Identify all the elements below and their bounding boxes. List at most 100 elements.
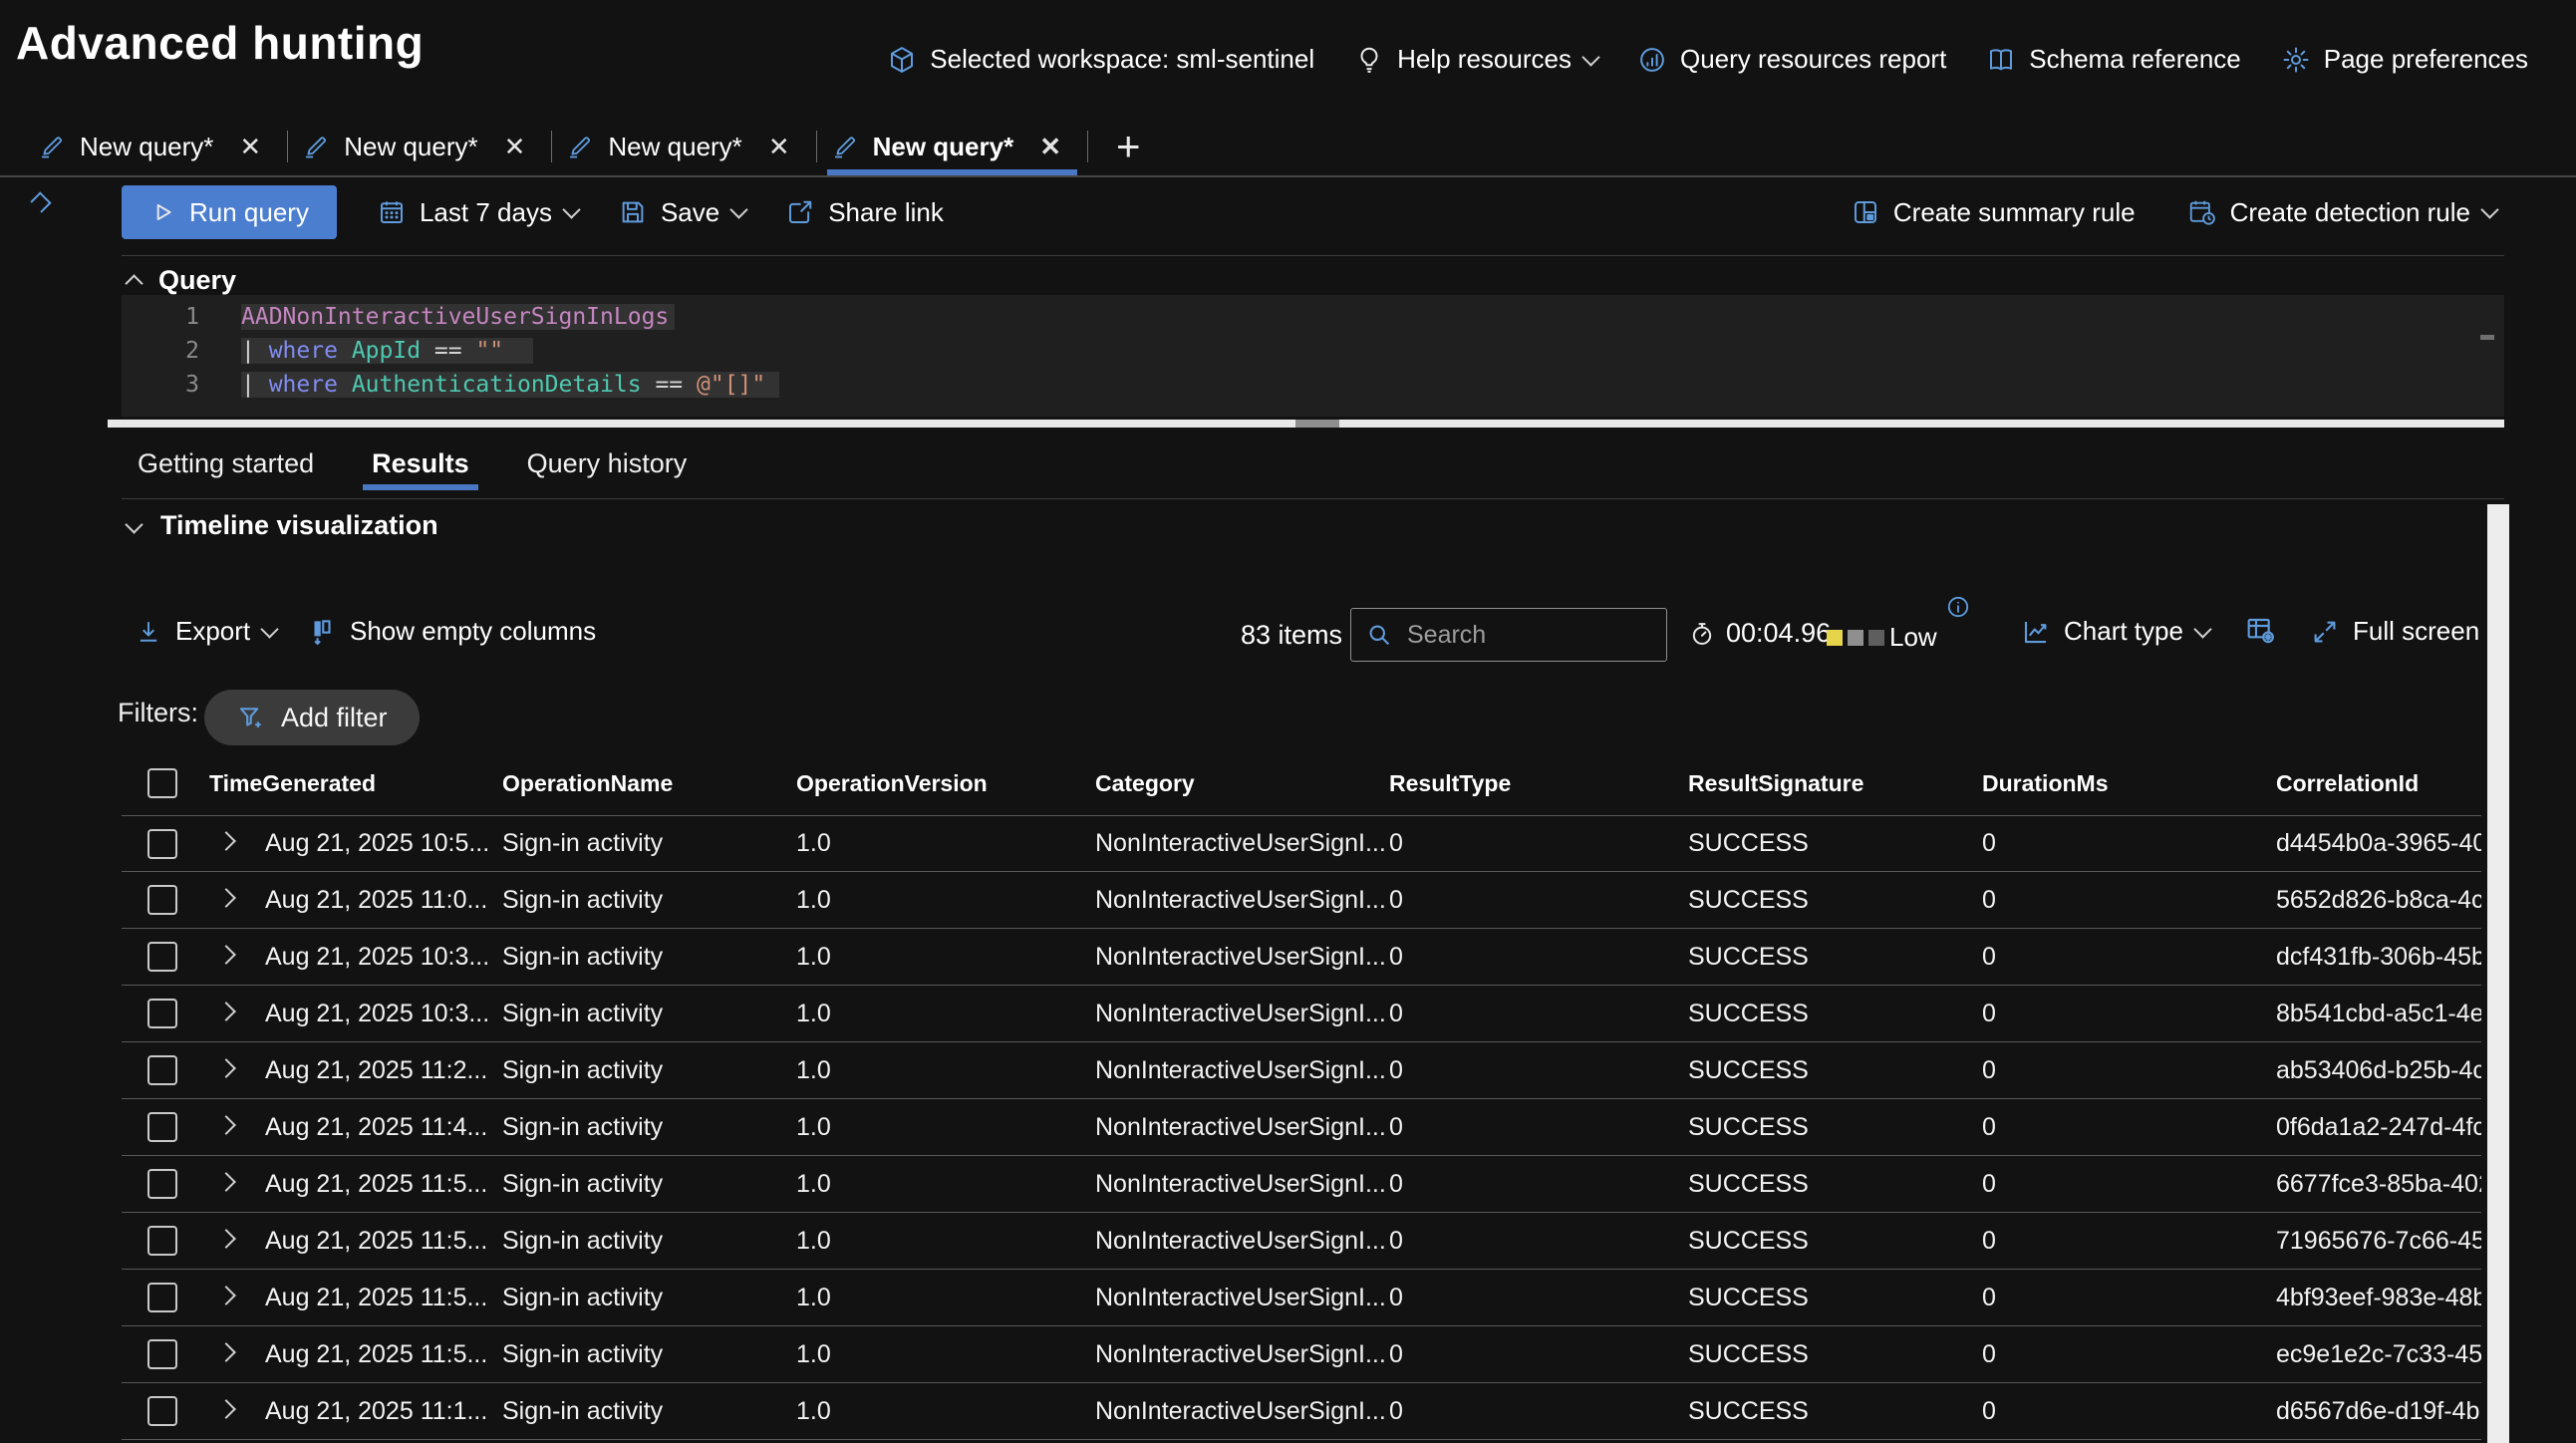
full-screen-button[interactable]: Full screen xyxy=(2310,616,2479,647)
expand-row-chevron-icon[interactable] xyxy=(216,831,236,851)
table-row[interactable]: Aug 21, 2025 10:5...Sign-in activity1.0N… xyxy=(122,815,2481,872)
expand-row-chevron-icon[interactable] xyxy=(216,1399,236,1419)
search-box[interactable] xyxy=(1350,608,1667,662)
select-row-checkbox[interactable] xyxy=(147,1226,177,1256)
select-row-checkbox[interactable] xyxy=(147,942,177,972)
table-row[interactable]: Aug 21, 2025 11:0...Sign-in activity1.0N… xyxy=(122,872,2481,929)
show-empty-columns-label: Show empty columns xyxy=(350,616,596,647)
table-row[interactable]: Aug 21, 2025 10:3...Sign-in activity1.0N… xyxy=(122,929,2481,986)
select-row-checkbox[interactable] xyxy=(147,1283,177,1312)
column-header-operationname[interactable]: OperationName xyxy=(502,770,796,797)
select-row-checkbox[interactable] xyxy=(147,1169,177,1199)
cell-correlation_id: 71965676-7c66-45 xyxy=(2276,1227,2481,1256)
column-header-resulttype[interactable]: ResultType xyxy=(1389,770,1688,797)
close-tab-icon[interactable]: ✕ xyxy=(768,132,790,162)
expand-row-chevron-icon[interactable] xyxy=(216,1286,236,1305)
table-row[interactable]: Aug 21, 2025 11:5...Sign-in activity1.0N… xyxy=(122,1326,2481,1383)
expand-row-chevron-icon[interactable] xyxy=(216,1172,236,1192)
column-header-category[interactable]: Category xyxy=(1095,770,1389,797)
select-row-checkbox[interactable] xyxy=(147,829,177,859)
time-range-dropdown[interactable]: Last 7 days xyxy=(377,197,578,228)
cell-version: 1.0 xyxy=(796,829,1095,858)
tab-results[interactable]: Results xyxy=(372,436,469,490)
share-link-button[interactable]: Share link xyxy=(785,197,944,228)
cell-result_type: 0 xyxy=(1389,1056,1688,1085)
cell-result_signature: SUCCESS xyxy=(1688,1340,1982,1369)
query-tab-2[interactable]: New query*✕ xyxy=(294,118,545,175)
expand-row-chevron-icon[interactable] xyxy=(216,1058,236,1078)
query-section-toggle[interactable]: Query xyxy=(128,265,236,296)
select-all-checkbox[interactable] xyxy=(147,768,177,798)
editor-horizontal-scrollbar[interactable] xyxy=(108,420,2504,428)
table-row[interactable]: Aug 21, 2025 11:5...Sign-in activity1.0N… xyxy=(122,1270,2481,1326)
table-settings-icon[interactable] xyxy=(2244,614,2276,646)
query-tab-label: New query* xyxy=(80,132,213,162)
create-summary-rule-button[interactable]: Create summary rule xyxy=(1851,197,2136,228)
new-tab-button[interactable]: + xyxy=(1116,126,1141,167)
menu-help-resources[interactable]: Help resources xyxy=(1354,44,1597,75)
column-header-durationms[interactable]: DurationMs xyxy=(1982,770,2276,797)
cell-operation: Sign-in activity xyxy=(502,1397,796,1426)
add-filter-label: Add filter xyxy=(281,703,388,733)
cell-duration_ms: 0 xyxy=(1982,1000,2276,1028)
expand-row-chevron-icon[interactable] xyxy=(216,945,236,965)
menu-query-resources-report[interactable]: Query resources report xyxy=(1637,44,1946,75)
add-filter-button[interactable]: Add filter xyxy=(204,690,420,745)
select-row-checkbox[interactable] xyxy=(147,1396,177,1426)
code-line-1[interactable]: 1AADNonInteractiveUserSignInLogs xyxy=(122,300,2504,334)
expand-panel-chevron-icon[interactable] xyxy=(30,191,51,212)
stopwatch-icon xyxy=(1688,620,1716,648)
tab-query-history[interactable]: Query history xyxy=(527,436,688,490)
select-row-checkbox[interactable] xyxy=(147,885,177,915)
expand-row-chevron-icon[interactable] xyxy=(216,1229,236,1249)
menu-page-preferences[interactable]: Page preferences xyxy=(2281,44,2528,75)
table-row[interactable]: Aug 21, 2025 10:3...Sign-in activity1.0N… xyxy=(122,986,2481,1042)
run-query-button[interactable]: Run query xyxy=(122,185,337,239)
close-tab-icon[interactable]: ✕ xyxy=(239,132,261,162)
close-tab-icon[interactable]: ✕ xyxy=(1039,132,1061,162)
select-row-checkbox[interactable] xyxy=(147,999,177,1028)
close-tab-icon[interactable]: ✕ xyxy=(504,132,526,162)
info-icon[interactable] xyxy=(1945,594,1971,620)
query-tab-3[interactable]: New query*✕ xyxy=(558,118,809,175)
query-editor[interactable]: 1AADNonInteractiveUserSignInLogs2| where… xyxy=(122,295,2504,417)
code-line-2[interactable]: 2| where AppId == "" xyxy=(122,334,2504,368)
column-header-operationversion[interactable]: OperationVersion xyxy=(796,770,1095,797)
timeline-visualization-toggle[interactable]: Timeline visualization xyxy=(128,510,438,541)
chart-type-dropdown[interactable]: Chart type xyxy=(2021,616,2209,647)
table-row[interactable]: Aug 21, 2025 11:5...Sign-in activity1.0N… xyxy=(122,1156,2481,1213)
select-row-checkbox[interactable] xyxy=(147,1339,177,1369)
column-header-timegenerated[interactable]: TimeGenerated xyxy=(209,770,502,797)
cell-version: 1.0 xyxy=(796,1000,1095,1028)
detection-rule-icon xyxy=(2187,197,2217,227)
query-tab-4[interactable]: New query*✕ xyxy=(823,118,1081,175)
column-header-resultsignature[interactable]: ResultSignature xyxy=(1688,770,1982,797)
expand-row-chevron-icon[interactable] xyxy=(216,1002,236,1021)
header-menu: Selected workspace: sml-sentinel Help res… xyxy=(887,44,2528,75)
editor-horizontal-scrollbar-thumb[interactable] xyxy=(1295,420,1339,428)
menu-selected-workspace[interactable]: Selected workspace: sml-sentinel xyxy=(887,44,1314,75)
table-row[interactable]: Aug 21, 2025 11:1...Sign-in activity1.0N… xyxy=(122,1383,2481,1440)
show-empty-columns-button[interactable]: Show empty columns xyxy=(307,616,596,647)
save-dropdown[interactable]: Save xyxy=(618,197,745,228)
tab-getting-started[interactable]: Getting started xyxy=(138,436,314,490)
select-row-checkbox[interactable] xyxy=(147,1055,177,1085)
select-row-checkbox[interactable] xyxy=(147,1112,177,1142)
cell-operation: Sign-in activity xyxy=(502,943,796,972)
table-row[interactable]: Aug 21, 2025 11:2...Sign-in activity1.0N… xyxy=(122,1042,2481,1099)
expand-row-chevron-icon[interactable] xyxy=(216,888,236,908)
cell-correlation_id: 5652d826-b8ca-4c xyxy=(2276,886,2481,915)
query-tab-1[interactable]: New query* ✕ xyxy=(30,118,281,175)
expand-row-chevron-icon[interactable] xyxy=(216,1342,236,1362)
export-dropdown[interactable]: Export xyxy=(135,616,276,647)
resource-usage-label: Low xyxy=(1889,622,1937,653)
table-row[interactable]: Aug 21, 2025 11:4...Sign-in activity1.0N… xyxy=(122,1099,2481,1156)
expand-row-chevron-icon[interactable] xyxy=(216,1115,236,1135)
code-line-3[interactable]: 3| where AuthenticationDetails == @"[]" xyxy=(122,368,2504,402)
search-input[interactable] xyxy=(1405,620,1652,651)
table-row[interactable]: Aug 21, 2025 11:5...Sign-in activity1.0N… xyxy=(122,1213,2481,1270)
vertical-scrollbar-thumb[interactable] xyxy=(2487,504,2509,1443)
menu-schema-reference[interactable]: Schema reference xyxy=(1986,44,2240,75)
create-detection-rule-dropdown[interactable]: Create detection rule xyxy=(2187,197,2496,228)
column-header-correlationid[interactable]: CorrelationId xyxy=(2276,770,2481,797)
